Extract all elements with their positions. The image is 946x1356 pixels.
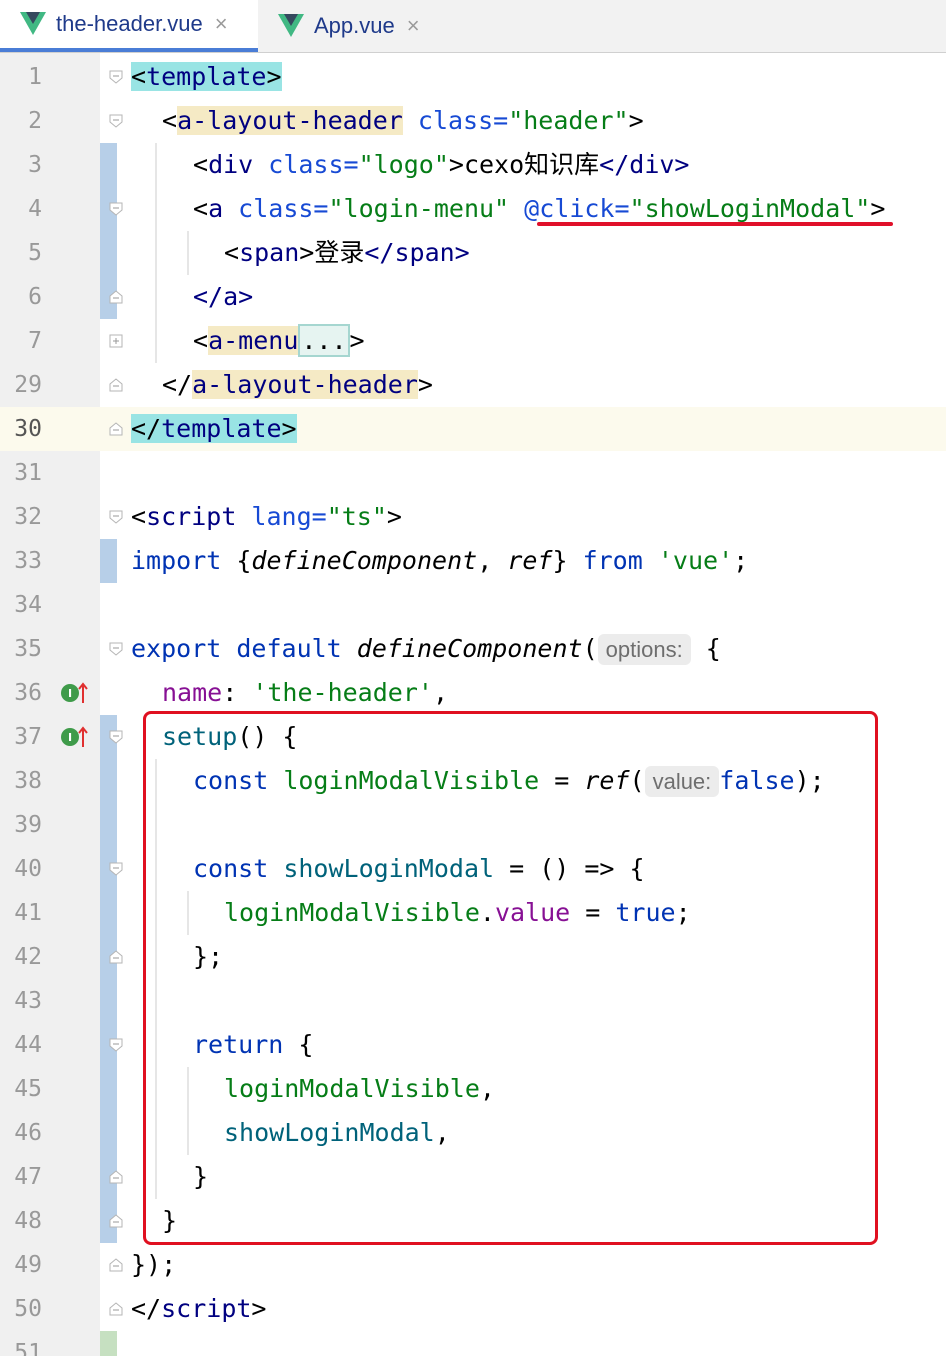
line-number: 7 xyxy=(28,328,42,354)
code-line: 5 <span>登录</span> xyxy=(0,231,946,275)
line-number: 40 xyxy=(14,856,42,882)
code-text: <a-layout-header class="header"> xyxy=(162,106,644,135)
code-text: name: 'the-header', xyxy=(162,678,449,707)
line-number: 5 xyxy=(28,240,42,266)
parameter-hint: options: xyxy=(597,634,691,665)
line-number: 51 xyxy=(14,1340,42,1356)
line-number: 37 xyxy=(14,724,42,750)
line-number: 6 xyxy=(28,284,42,310)
line-number: 31 xyxy=(14,460,42,486)
code-line: 33 import {defineComponent, ref} from 'v… xyxy=(0,539,946,583)
folded-region[interactable]: ... xyxy=(298,324,350,357)
code-text: <a-menu... > xyxy=(193,324,365,357)
code-text: }); xyxy=(131,1250,177,1279)
code-text: </template> xyxy=(131,414,297,443)
line-number: 47 xyxy=(14,1164,42,1190)
code-text: </a-layout-header> xyxy=(162,370,433,399)
line-number: 4 xyxy=(28,196,42,222)
line-number: 39 xyxy=(14,812,42,838)
line-number: 43 xyxy=(14,988,42,1014)
code-text: </script> xyxy=(131,1294,267,1323)
code-text: </a> xyxy=(193,282,254,311)
close-icon[interactable]: × xyxy=(215,11,228,37)
line-number: 3 xyxy=(28,152,42,178)
line-number: 46 xyxy=(14,1120,42,1146)
code-text: <script lang="ts"> xyxy=(131,502,402,531)
line-number: 50 xyxy=(14,1296,42,1322)
code-line: 49 }); xyxy=(0,1243,946,1287)
line-number: 38 xyxy=(14,768,42,794)
annotation-underline xyxy=(537,222,893,226)
tab-label: App.vue xyxy=(314,13,395,38)
line-number: 48 xyxy=(14,1208,42,1234)
code-line: 30 </template> xyxy=(0,407,946,451)
code-text: <div class="logo">cexo知识库</div> xyxy=(193,150,690,179)
code-line: 36 name: 'the-header', xyxy=(0,671,946,715)
line-number: 44 xyxy=(14,1032,42,1058)
line-number: 34 xyxy=(14,592,42,618)
code-text: import {defineComponent, ref} from 'vue'… xyxy=(131,546,749,575)
code-line: 34 xyxy=(0,583,946,627)
line-number: 36 xyxy=(14,680,42,706)
line-number: 29 xyxy=(14,372,42,398)
line-number: 49 xyxy=(14,1252,42,1278)
tab-the-header-vue[interactable]: the-header.vue × xyxy=(0,0,258,52)
code-line: 2 <a-layout-header class="header"> xyxy=(0,99,946,143)
code-line: 51 xyxy=(0,1331,946,1356)
code-line: 32 <script lang="ts"> xyxy=(0,495,946,539)
code-line: 50 </script> xyxy=(0,1287,946,1331)
code-line: 1 <template> xyxy=(0,55,946,99)
editor-tab-bar: the-header.vue × App.vue × xyxy=(0,0,946,53)
line-number: 41 xyxy=(14,900,42,926)
line-number: 35 xyxy=(14,636,42,662)
code-text: <template> xyxy=(131,62,282,91)
vue-logo-icon xyxy=(278,14,304,37)
line-number: 2 xyxy=(28,108,42,134)
line-number: 30 xyxy=(14,416,42,442)
annotation-box xyxy=(143,711,878,1245)
code-line: 3 <div class="logo">cexo知识库</div> xyxy=(0,143,946,187)
close-icon[interactable]: × xyxy=(407,13,420,39)
line-number: 1 xyxy=(28,64,42,90)
tab-label: the-header.vue xyxy=(56,11,203,36)
code-text: <span>登录</span> xyxy=(224,238,470,267)
line-number: 42 xyxy=(14,944,42,970)
tab-app-vue[interactable]: App.vue × xyxy=(258,0,444,52)
line-number: 45 xyxy=(14,1076,42,1102)
code-line: 35 export default defineComponent(option… xyxy=(0,627,946,671)
code-line: 29 </a-layout-header> xyxy=(0,363,946,407)
code-line: 31 xyxy=(0,451,946,495)
code-line: 6 </a> xyxy=(0,275,946,319)
vue-logo-icon xyxy=(20,12,46,35)
code-line: 7 <a-menu... > xyxy=(0,319,946,363)
line-number: 33 xyxy=(14,548,42,574)
line-number: 32 xyxy=(14,504,42,530)
code-text: export default defineComponent(options: … xyxy=(131,634,721,665)
